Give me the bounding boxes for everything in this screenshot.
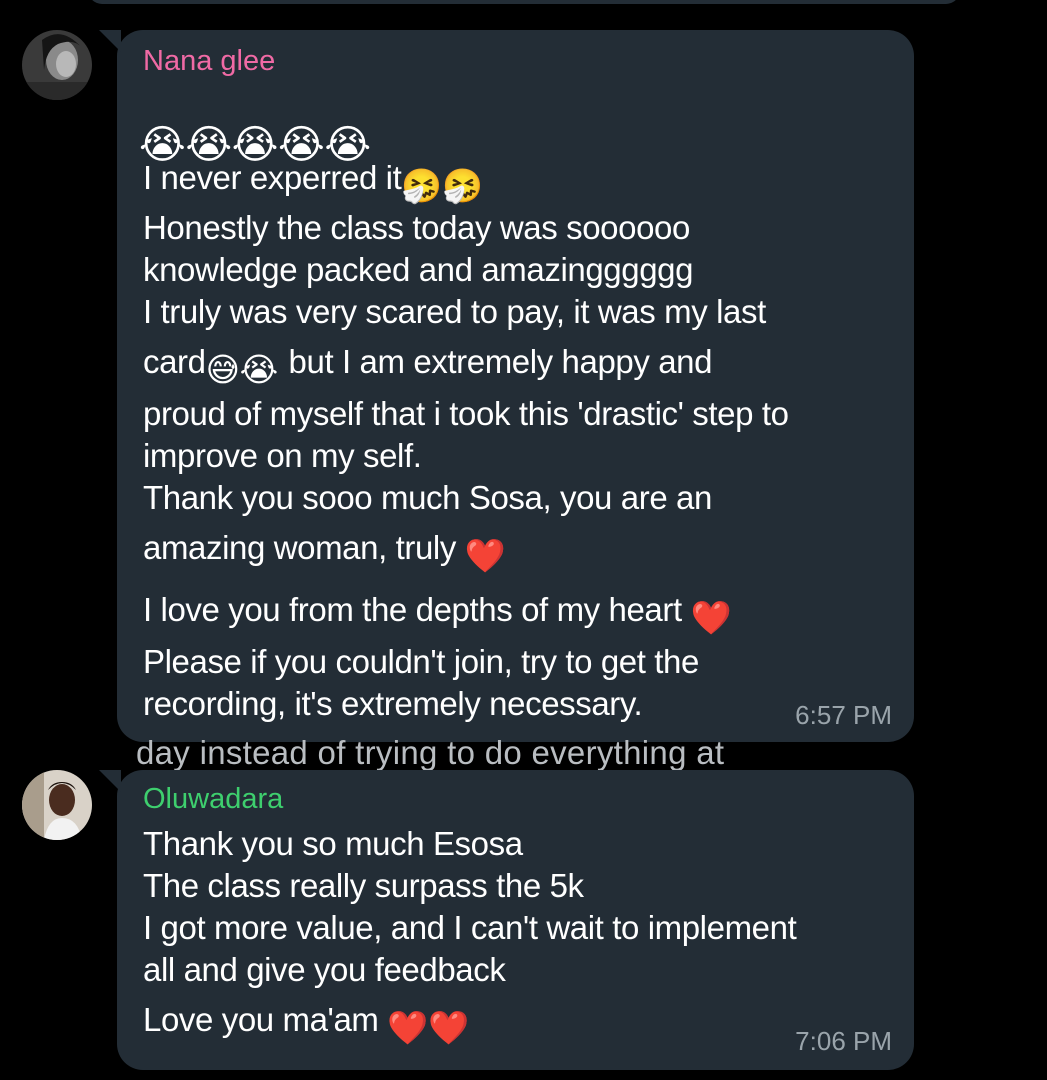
message-text: I never experred it xyxy=(143,159,402,196)
message-line: amazing woman, truly ❤️ xyxy=(143,528,507,576)
message-line: Thank you sooo much Sosa, you are an xyxy=(143,479,712,516)
message-line: I truly was very scared to pay, it was m… xyxy=(143,293,766,330)
avatar-nana-glee[interactable] xyxy=(22,30,92,100)
message-line: recording, it's extremely necessary. xyxy=(143,685,643,722)
message-line: Please if you couldn't join, try to get … xyxy=(143,643,699,680)
message-line: Thank you so much Esosa xyxy=(143,825,523,862)
message-line: Honestly the class today was soooooo xyxy=(143,209,690,246)
message-line: I never experred it🤧🤧 xyxy=(143,158,485,206)
message-line: Love you ma'am ❤️❤️ xyxy=(143,1000,471,1048)
profile-photo-icon xyxy=(22,770,92,840)
message-line: I got more value, and I can't wait to im… xyxy=(143,909,797,946)
message-text: but I am extremely happy and xyxy=(279,343,713,380)
background-overlay-text: day instead of trying to do everything a… xyxy=(136,734,725,771)
message-timestamp: 7:06 PM xyxy=(795,1026,892,1056)
red-hearts-emoji-icon: ❤️❤️ xyxy=(387,1009,469,1046)
message-line: I love you from the depths of my heart ❤… xyxy=(143,590,733,638)
avatar-oluwadara[interactable] xyxy=(22,770,92,840)
message-text: I love you from the depths of my heart xyxy=(143,591,691,628)
message-line: knowledge packed and amazingggggg xyxy=(143,251,694,288)
message-line: The class really surpass the 5k xyxy=(143,867,584,904)
previous-message-bubble-edge xyxy=(88,0,960,4)
profile-photo-icon xyxy=(22,30,92,100)
red-heart-emoji-icon: ❤️ xyxy=(464,537,506,574)
red-heart-emoji-icon: ❤️ xyxy=(690,599,732,636)
message-line: improve on my self. xyxy=(143,437,422,474)
message-line: all and give you feedback xyxy=(143,951,506,988)
message-bubble-nana-glee[interactable]: Nana glee 😭😭😭😭😭 I never experred it🤧🤧 Ho… xyxy=(99,30,914,742)
message-line: proud of myself that i took this 'drasti… xyxy=(143,395,789,432)
sender-name[interactable]: Nana glee xyxy=(143,44,275,78)
message-text: amazing woman, truly xyxy=(143,529,465,566)
message-text: Love you ma'am xyxy=(143,1001,388,1038)
message-text: card xyxy=(143,343,206,380)
message-timestamp: 6:57 PM xyxy=(795,700,892,730)
message-line: card😅😭 but I am extremely happy and xyxy=(143,342,712,390)
sweat-smile-and-crying-emoji-icon: 😅😭 xyxy=(205,351,279,388)
sneezing-face-emoji-icon: 🤧🤧 xyxy=(401,167,483,204)
sender-name[interactable]: Oluwadara xyxy=(143,782,283,816)
message-bubble-oluwadara[interactable]: Oluwadara Thank you so much Esosa The cl… xyxy=(99,770,914,1070)
